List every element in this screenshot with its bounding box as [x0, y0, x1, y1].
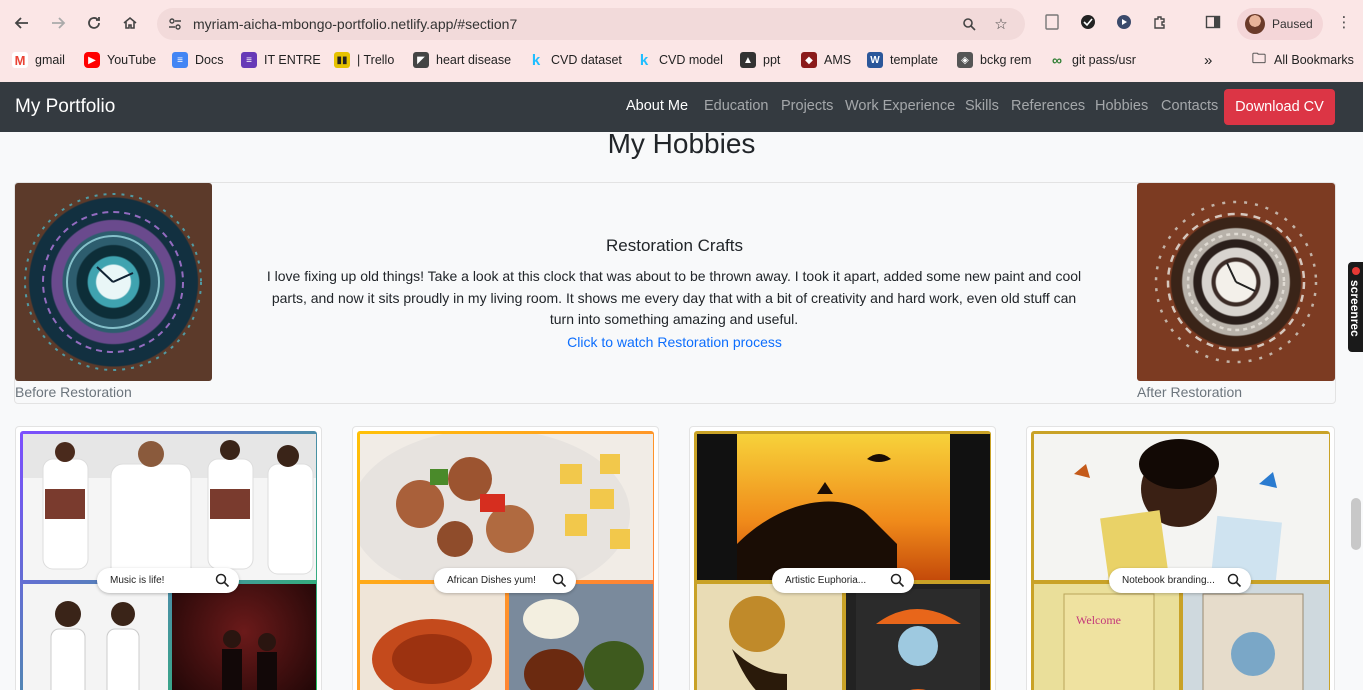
all-bookmarks-button[interactable]: 🗀 All Bookmarks [1251, 50, 1354, 68]
search-icon [215, 573, 230, 588]
search-icon [1227, 573, 1242, 588]
kaggle-k-icon: k [639, 51, 649, 69]
search-icon [890, 573, 905, 588]
address-bar[interactable]: myriam-aicha-mbongo-portfolio.netlify.ap… [157, 8, 1025, 40]
record-icon [1352, 267, 1360, 275]
hobby-tile-music[interactable] [15, 426, 322, 690]
extension-icon-2[interactable] [1113, 11, 1135, 33]
zoom-icon[interactable] [959, 14, 979, 34]
nav-skills[interactable]: Skills [965, 98, 999, 114]
reload-icon[interactable] [81, 10, 107, 36]
bookmark-bckg-rem[interactable]: ◈ bckg rem [957, 52, 1031, 68]
nav-hobbies[interactable]: Hobbies [1095, 98, 1148, 114]
docs-icon: ≡ [172, 52, 188, 68]
bookmark-it-entre[interactable]: ≡ IT ENTRE [241, 52, 321, 68]
bookmark-template[interactable]: Wtemplate [867, 52, 938, 68]
layers-icon: ◈ [957, 52, 973, 68]
bookmark-heart-disease[interactable]: ◤ heart disease [413, 52, 511, 68]
caption-pill-notebook[interactable]: Notebook branding... [1109, 568, 1251, 593]
nav-references[interactable]: References [1011, 98, 1085, 114]
extensions-puzzle-icon[interactable] [1149, 11, 1171, 33]
bookmark-cvd-dataset[interactable]: k CVD dataset [528, 51, 622, 69]
browser-chrome: myriam-aicha-mbongo-portfolio.netlify.ap… [0, 0, 1363, 82]
music-photo-choir [23, 434, 316, 581]
download-cv-button[interactable]: Download CV [1224, 89, 1335, 125]
forms-icon: ≡ [241, 52, 257, 68]
art-photo-sunset [697, 434, 990, 580]
hobby-tile-art[interactable] [689, 426, 996, 690]
hobby-tile-food[interactable] [352, 426, 659, 690]
home-icon[interactable] [117, 10, 143, 36]
browser-toolbar: myriam-aicha-mbongo-portfolio.netlify.ap… [0, 0, 1363, 46]
notebook-photo-girl [1034, 434, 1329, 584]
before-restoration-caption: Before Restoration [15, 384, 132, 400]
avatar [1245, 14, 1265, 34]
bookmark-youtube[interactable]: ▶ YouTube [84, 52, 156, 68]
bookmarks-bar: Mgmail ▶ YouTube ≡ Docs ≡ IT ENTRE ▮▮ | Trel… [0, 50, 1363, 74]
after-restoration-image[interactable] [1137, 183, 1335, 381]
bookmark-star-icon[interactable]: ☆ [991, 14, 1011, 34]
folder-icon: 🗀 [1252, 50, 1266, 66]
restoration-title: Restoration Crafts [606, 236, 743, 255]
screenrec-widget[interactable]: screenrec [1348, 262, 1363, 352]
music-photo-singers [23, 584, 168, 690]
page-scrollbar[interactable] [1351, 498, 1361, 550]
reading-list-icon[interactable] [1041, 11, 1063, 33]
kaggle-k-icon: k [531, 51, 541, 69]
extension-icon-1[interactable] [1077, 11, 1099, 33]
git-icon: ∞ [1052, 52, 1062, 68]
back-icon[interactable] [9, 10, 35, 36]
profile-button[interactable]: Paused [1237, 8, 1323, 40]
bookmark-docs[interactable]: ≡ Docs [172, 52, 223, 68]
food-photo-stew [360, 584, 505, 690]
bookmark-gmail[interactable]: Mgmail [12, 52, 65, 68]
gmail-icon: M [12, 52, 28, 68]
profile-status: Paused [1272, 17, 1313, 31]
bookmark-git-pass[interactable]: ∞ git pass/usr [1049, 52, 1136, 68]
restoration-description: I love fixing up old things! Take a look… [266, 268, 1082, 328]
forward-icon[interactable] [45, 10, 71, 36]
art-photo-portrait [846, 584, 990, 690]
kaggle-icon: ◤ [413, 52, 429, 68]
bookmark-ppt[interactable]: ▲ ppt [740, 52, 780, 68]
before-restoration-image[interactable] [15, 183, 212, 381]
bookmarks-overflow-button[interactable]: » [1204, 52, 1212, 69]
word-icon: W [867, 52, 883, 68]
caption-pill-art[interactable]: Artistic Euphoria... [772, 568, 914, 593]
notebook-photo-cover-1: Welcome [1034, 584, 1179, 690]
food-photo-main [357, 431, 653, 599]
nav-about-me[interactable]: About Me [626, 98, 688, 114]
notebook-photo-cover-2 [1183, 584, 1329, 690]
hobby-tile-notebook[interactable]: Welcome [1026, 426, 1335, 690]
trello-icon: ▮▮ [334, 52, 350, 68]
navbar-brand[interactable]: My Portfolio [15, 96, 115, 118]
music-photo-stage [172, 584, 316, 690]
watch-restoration-link[interactable]: Click to watch Restoration process [0, 334, 1349, 350]
search-icon [552, 573, 567, 588]
nav-projects[interactable]: Projects [781, 98, 833, 114]
ams-icon: ◆ [801, 52, 817, 68]
caption-pill-music[interactable]: Music is life! [97, 568, 239, 593]
nav-work-experience[interactable]: Work Experience [845, 98, 955, 114]
site-navbar: My Portfolio About Me Education Projects… [0, 82, 1363, 132]
food-photo-dishes [509, 584, 653, 690]
url-text: myriam-aicha-mbongo-portfolio.netlify.ap… [193, 16, 518, 32]
section-title: My Hobbies [607, 128, 756, 159]
side-panel-icon[interactable] [1202, 11, 1224, 33]
after-restoration-caption: After Restoration [1137, 384, 1243, 400]
youtube-icon: ▶ [84, 52, 100, 68]
art-photo-woman [697, 584, 842, 690]
menu-kebab-icon[interactable]: ⋮ [1333, 11, 1355, 33]
site-info-icon[interactable] [165, 14, 185, 34]
nav-contacts[interactable]: Contacts [1161, 98, 1218, 114]
bookmark-trello[interactable]: ▮▮ | Trello [334, 52, 394, 68]
nav-education[interactable]: Education [704, 98, 769, 114]
bookmark-ams[interactable]: ◆ AMS [801, 52, 851, 68]
caption-pill-food[interactable]: African Dishes yum! [434, 568, 576, 593]
svg-text:Welcome: Welcome [1076, 613, 1121, 627]
ppt-icon: ▲ [740, 52, 756, 68]
bookmark-cvd-model[interactable]: k CVD model [636, 51, 723, 69]
